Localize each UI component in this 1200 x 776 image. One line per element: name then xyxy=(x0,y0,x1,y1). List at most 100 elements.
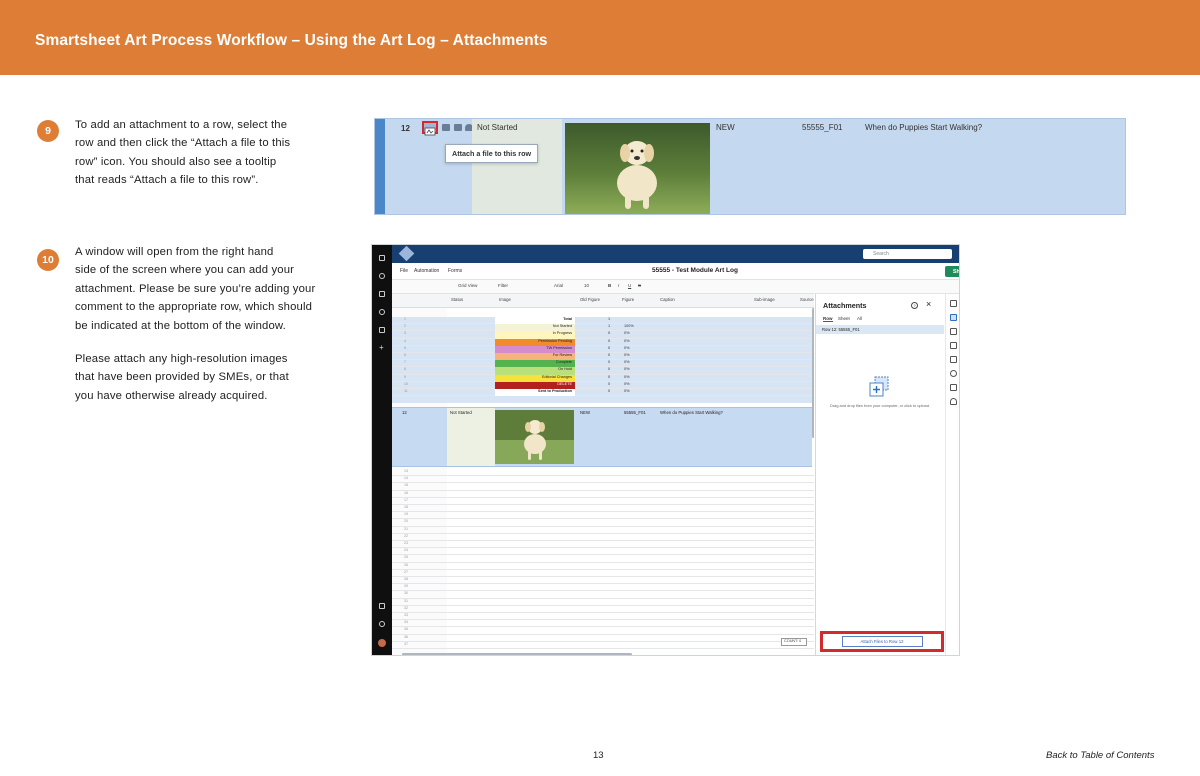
status-count-cell[interactable]: 0 xyxy=(608,375,610,379)
status-summary-row[interactable]: 11 Sent to Production 0 0% xyxy=(392,389,814,397)
empty-row[interactable]: 29 xyxy=(392,584,814,592)
status-percent-cell[interactable]: 0% xyxy=(624,331,630,335)
status-label-cell[interactable]: Permission Pending xyxy=(495,338,575,346)
status-label-cell[interactable]: DELETE xyxy=(495,381,575,389)
status-percent-cell[interactable]: 0% xyxy=(624,346,630,350)
font-size-dropdown[interactable]: 10 xyxy=(584,283,589,288)
help-icon[interactable] xyxy=(379,621,385,627)
col-caption[interactable]: Caption xyxy=(660,297,675,302)
browse-icon[interactable] xyxy=(379,291,385,297)
activity-icon[interactable] xyxy=(950,370,957,377)
empty-row[interactable]: 27 xyxy=(392,570,814,577)
empty-row[interactable]: 19 xyxy=(392,512,814,520)
status-label-cell[interactable]: Not Started xyxy=(495,324,575,332)
empty-row[interactable]: 25 xyxy=(392,555,814,563)
empty-row[interactable]: 18 xyxy=(392,505,814,513)
selected-row-12[interactable]: 12 Not Started NEW 55555_F01 When do Pup… xyxy=(392,407,812,467)
apps-grid-icon[interactable] xyxy=(379,603,385,609)
attachments-icon[interactable] xyxy=(950,314,957,321)
empty-row[interactable]: 14 xyxy=(392,476,814,484)
empty-row[interactable]: 22 xyxy=(392,534,814,541)
caption-cell[interactable]: When do Puppies Start Walking? xyxy=(660,410,723,415)
status-summary-row[interactable]: 10 DELETE 0 0% xyxy=(392,381,814,389)
figure-cell[interactable]: 55555_F01 xyxy=(802,123,842,132)
status-summary-row[interactable]: 4 Permission Pending 0 0% xyxy=(392,338,814,346)
status-count-cell[interactable]: 0 xyxy=(608,382,610,386)
comment-icon[interactable] xyxy=(442,124,450,131)
status-summary-row[interactable]: 7 Complete 0 0% xyxy=(392,360,814,368)
empty-row[interactable]: 24 xyxy=(392,548,814,556)
status-percent-cell[interactable]: 0% xyxy=(624,339,630,343)
status-summary-row[interactable]: 2 Not Started 1 100% xyxy=(392,324,814,332)
forms-icon[interactable] xyxy=(950,356,957,363)
status-percent-cell[interactable]: 0% xyxy=(624,389,630,393)
status-label-cell[interactable]: For Review xyxy=(495,353,575,361)
status-count-cell[interactable]: 0 xyxy=(608,331,610,335)
menu-automation[interactable]: Automation xyxy=(414,268,439,274)
col-status[interactable]: Status xyxy=(451,297,463,302)
tab-all[interactable]: All xyxy=(857,316,862,321)
empty-row[interactable]: 15 xyxy=(392,483,814,491)
empty-row[interactable]: 13 xyxy=(392,469,814,477)
empty-row[interactable]: 36 xyxy=(392,635,814,642)
status-label-cell[interactable]: Editorial Changes xyxy=(495,374,575,382)
col-sub-image[interactable]: Sub-image xyxy=(754,297,775,302)
empty-row[interactable]: 35 xyxy=(392,627,814,635)
status-percent-cell[interactable]: 0% xyxy=(624,360,630,364)
status-cell[interactable]: Not Started xyxy=(477,123,517,132)
status-percent-cell[interactable]: 100% xyxy=(624,324,634,328)
empty-row[interactable]: 26 xyxy=(392,563,814,570)
col-image[interactable]: Image xyxy=(499,297,511,302)
col-old-figure[interactable]: Old Figure xyxy=(580,297,600,302)
status-count-cell[interactable]: 0 xyxy=(608,346,610,350)
status-summary-row[interactable]: 9 Editorial Changes 0 0% xyxy=(392,374,814,382)
menu-file[interactable]: File xyxy=(400,268,408,274)
close-icon[interactable]: × xyxy=(926,299,931,309)
empty-row[interactable]: 31 xyxy=(392,599,814,606)
empty-row[interactable]: 32 xyxy=(392,606,814,613)
pin-icon[interactable] xyxy=(950,398,957,405)
tab-sheet[interactable]: Sheet xyxy=(838,316,850,321)
summary-icon[interactable] xyxy=(950,342,957,349)
strikethrough-button[interactable]: S xyxy=(638,283,641,288)
new-cell[interactable]: NEW xyxy=(716,123,735,132)
status-count-cell[interactable]: 1 xyxy=(608,317,610,321)
vertical-scrollbar[interactable] xyxy=(812,308,814,438)
attach-files-button[interactable]: Attach Files to Row 12 xyxy=(841,636,923,647)
status-cell[interactable]: Not Started xyxy=(450,410,472,415)
status-summary-row[interactable]: 8 On Hold 0 0% xyxy=(392,367,814,375)
smartsheet-logo-icon[interactable] xyxy=(398,245,415,262)
status-summary-row[interactable]: 3 In Progress 0 0% xyxy=(392,331,814,339)
status-label-cell[interactable]: Total xyxy=(495,317,575,325)
back-to-toc-link[interactable]: Back to Table of Contents xyxy=(1046,750,1154,761)
file-drop-zone[interactable]: Drag and drop files from your computer, … xyxy=(816,369,944,489)
bold-button[interactable]: B xyxy=(608,283,611,288)
conversations-icon[interactable] xyxy=(950,300,957,307)
empty-row[interactable]: 37 xyxy=(392,642,814,649)
caption-cell[interactable]: When do Puppies Start Walking? xyxy=(865,123,982,132)
col-figure[interactable]: Figure xyxy=(622,297,634,302)
status-count-cell[interactable]: 0 xyxy=(608,360,610,364)
proof-icon[interactable] xyxy=(454,124,462,131)
publish-icon[interactable] xyxy=(950,384,957,391)
font-dropdown[interactable]: Arial xyxy=(554,283,563,288)
empty-row[interactable]: 23 xyxy=(392,541,814,549)
notifications-icon[interactable] xyxy=(379,273,385,279)
empty-row[interactable]: 30 xyxy=(392,591,814,599)
status-percent-cell[interactable]: 0% xyxy=(624,382,630,386)
share-button[interactable]: Share xyxy=(945,266,959,277)
proofs-icon[interactable] xyxy=(950,328,957,335)
status-count-cell[interactable]: 1 xyxy=(608,324,610,328)
help-icon[interactable]: ? xyxy=(911,302,918,309)
status-label-cell[interactable]: Complete xyxy=(495,360,575,368)
status-count-cell[interactable]: 0 xyxy=(608,353,610,357)
empty-row[interactable]: 33 xyxy=(392,613,814,621)
recents-icon[interactable] xyxy=(379,309,385,315)
status-label-cell[interactable]: In Progress xyxy=(495,331,575,339)
empty-row[interactable]: 34 xyxy=(392,620,814,628)
status-percent-cell[interactable]: 0% xyxy=(624,353,630,357)
favorites-icon[interactable] xyxy=(379,327,385,333)
underline-button[interactable]: U xyxy=(628,283,631,288)
status-count-cell[interactable]: 0 xyxy=(608,367,610,371)
status-percent-cell[interactable]: 0% xyxy=(624,367,630,371)
